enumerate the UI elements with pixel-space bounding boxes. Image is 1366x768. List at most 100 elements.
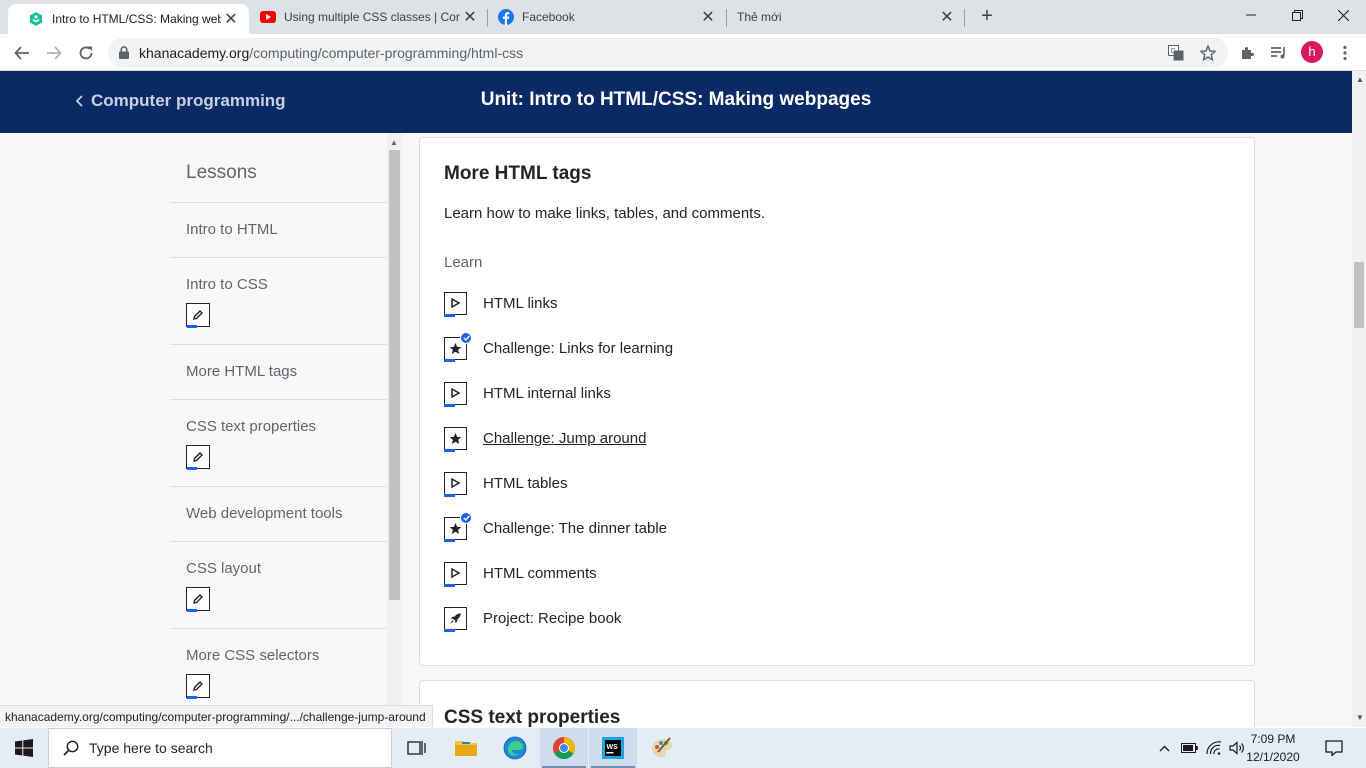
- lesson-label: Web development tools: [186, 505, 343, 522]
- taskbar-webstorm[interactable]: WS: [589, 728, 637, 768]
- lesson-card-title: More HTML tags: [444, 163, 592, 184]
- bookmark-button[interactable]: [1195, 40, 1221, 66]
- restore-icon: [1291, 9, 1303, 21]
- translate-button[interactable]: G: [1163, 40, 1189, 66]
- facebook-icon: [498, 9, 514, 25]
- star-icon: [444, 426, 467, 452]
- sidebar-lesson-intro-to-html[interactable]: Intro to HTML: [170, 202, 387, 257]
- scroll-up-arrow-icon[interactable]: ▲: [1356, 75, 1364, 84]
- sidebar-lesson-css-text-properties[interactable]: CSS text properties: [170, 399, 387, 486]
- lesson-item-label: HTML links: [483, 294, 558, 312]
- sidebar-lesson-more-html-tags[interactable]: More HTML tags: [170, 344, 387, 399]
- arrow-left-icon: [14, 46, 29, 60]
- lesson-item-label: HTML internal links: [483, 384, 611, 402]
- lessons-heading: Lessons: [186, 162, 257, 183]
- browser-tab-youtube[interactable]: Using multiple CSS classes | Com ✕: [240, 0, 488, 34]
- lesson-item-challenge-the-dinner-table[interactable]: Challenge: The dinner table: [444, 511, 667, 542]
- url-text: khanacademy.org/computing/computer-progr…: [139, 45, 523, 61]
- lesson-item-challenge-links-for-learning[interactable]: Challenge: Links for learning: [444, 331, 674, 362]
- kebab-menu-icon: [1343, 45, 1347, 61]
- lesson-item-label: Challenge: Links for learning: [483, 339, 674, 357]
- page-scrollbar[interactable]: ▲ ▼: [1352, 71, 1366, 727]
- notification-icon: [1325, 740, 1343, 756]
- start-button[interactable]: [0, 728, 48, 768]
- pencil-icon: [186, 303, 210, 328]
- lesson-label: More CSS selectors: [186, 647, 320, 664]
- reload-button[interactable]: [73, 40, 99, 66]
- tab-title: Thẻ mới: [737, 10, 782, 24]
- playlist-icon: [1271, 47, 1285, 59]
- lesson-item-html-comments[interactable]: HTML comments: [444, 560, 597, 587]
- page-scrollbar-thumb[interactable]: [1354, 262, 1364, 328]
- taskbar-clock[interactable]: 7:09 PM 12/1/2020: [1240, 730, 1306, 766]
- learn-section-label: Learn: [444, 254, 483, 271]
- clock-time: 7:09 PM: [1250, 732, 1296, 746]
- restore-button[interactable]: [1274, 0, 1320, 30]
- taskbar-paint[interactable]: [638, 728, 686, 768]
- task-view-icon: [407, 741, 426, 755]
- close-icon: [1337, 9, 1349, 21]
- network-button[interactable]: [1204, 728, 1224, 768]
- lesson-item-html-tables[interactable]: HTML tables: [444, 470, 568, 497]
- taskbar-file-explorer[interactable]: [442, 728, 490, 768]
- completed-check-icon: [460, 331, 472, 344]
- lesson-item-html-internal-links[interactable]: HTML internal links: [444, 380, 611, 407]
- pencil-icon: [186, 674, 210, 699]
- lesson-item-label: HTML tables: [483, 474, 568, 492]
- taskbar-search-box[interactable]: Type here to search: [48, 728, 392, 768]
- sidebar-scrollbar[interactable]: ▲: [387, 133, 402, 727]
- lesson-card-title: CSS text properties: [444, 707, 621, 727]
- media-controls-button[interactable]: [1266, 40, 1292, 66]
- reload-icon: [79, 46, 93, 60]
- sidebar-scrollbar-thumb[interactable]: [389, 150, 400, 600]
- minimize-button[interactable]: [1228, 0, 1274, 30]
- battery-button[interactable]: [1179, 728, 1199, 768]
- forward-button[interactable]: [41, 40, 67, 66]
- tab-title: Using multiple CSS classes | Com: [284, 10, 460, 24]
- sidebar-lesson-css-layout[interactable]: CSS layout: [170, 541, 387, 628]
- address-bar[interactable]: khanacademy.org/computing/computer-progr…: [108, 38, 1228, 67]
- back-button[interactable]: [9, 40, 35, 66]
- lesson-card-more-html-tags: More HTML tags Learn how to make links, …: [419, 137, 1255, 666]
- pencil-icon: [186, 587, 210, 612]
- lesson-item-html-links[interactable]: HTML links: [444, 290, 558, 317]
- window-close-button[interactable]: [1320, 0, 1366, 30]
- edge-icon: [503, 736, 527, 760]
- lesson-card-description: Learn how to make links, tables, and com…: [444, 205, 765, 222]
- lessons-sidebar: Lessons Intro to HTML Intro to CSS More …: [170, 133, 387, 727]
- lock-icon: [119, 46, 129, 59]
- show-hidden-icons-button[interactable]: [1155, 728, 1173, 768]
- profile-avatar[interactable]: h: [1301, 41, 1323, 63]
- file-explorer-icon: [455, 741, 477, 756]
- lesson-item-challenge-jump-around[interactable]: Challenge: Jump around: [444, 425, 646, 452]
- browser-menu-button[interactable]: [1332, 40, 1358, 66]
- close-icon[interactable]: ✕: [698, 7, 718, 27]
- browser-tab-new[interactable]: Thẻ mới ✕: [717, 0, 965, 34]
- lesson-item-label: Project: Recipe book: [483, 609, 622, 627]
- taskbar-edge[interactable]: [491, 728, 539, 768]
- completed-check-icon: [460, 511, 472, 524]
- arrow-right-icon: [47, 46, 62, 60]
- lesson-item-project-recipe-book[interactable]: Project: Recipe book: [444, 605, 622, 632]
- task-view-button[interactable]: [393, 728, 441, 768]
- close-icon[interactable]: ✕: [937, 7, 957, 27]
- browser-tab-facebook[interactable]: Facebook ✕: [478, 0, 726, 34]
- taskbar-chrome[interactable]: [540, 728, 588, 768]
- scroll-down-arrow-icon[interactable]: ▼: [1356, 713, 1364, 722]
- svg-text:WS: WS: [607, 744, 619, 751]
- extensions-button[interactable]: [1235, 40, 1261, 66]
- close-icon[interactable]: ✕: [221, 9, 241, 29]
- lesson-item-label: HTML comments: [483, 564, 597, 582]
- play-icon: [444, 381, 467, 407]
- browser-tab-strip: Intro to HTML/CSS: Making webp ✕ Using m…: [0, 0, 1366, 34]
- new-tab-button[interactable]: +: [976, 5, 998, 27]
- link-status-bubble: khanacademy.org/computing/computer-progr…: [0, 705, 433, 727]
- close-icon[interactable]: ✕: [460, 7, 480, 27]
- sidebar-lesson-intro-to-css[interactable]: Intro to CSS: [170, 257, 387, 344]
- sidebar-lesson-web-development-tools[interactable]: Web development tools: [170, 486, 387, 541]
- action-center-button[interactable]: [1320, 728, 1348, 768]
- browser-tab-khan-academy[interactable]: Intro to HTML/CSS: Making webp ✕: [8, 4, 249, 34]
- youtube-icon: [260, 9, 276, 25]
- scroll-up-arrow-icon[interactable]: ▲: [390, 138, 398, 147]
- url-path: /computing/computer-programming/html-css: [249, 44, 524, 61]
